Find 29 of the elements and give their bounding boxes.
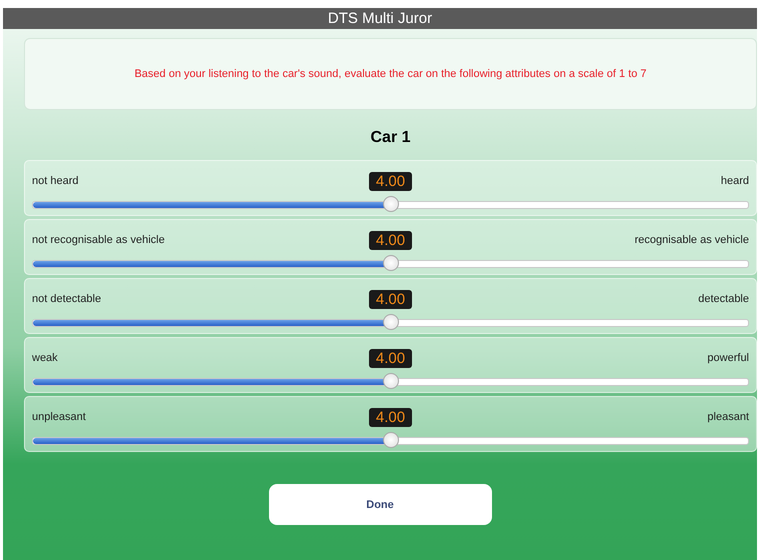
slider-thumb[interactable] <box>382 372 398 388</box>
slider[interactable] <box>32 374 749 390</box>
car-heading: Car 1 <box>370 129 411 147</box>
window-title: DTS Multi Juror <box>3 8 757 29</box>
slider[interactable] <box>32 256 749 272</box>
slider[interactable] <box>32 432 749 448</box>
slider-thumb[interactable] <box>382 432 398 448</box>
instruction-text: Based on your listening to the car's sound, evaluate the car on the following attributes on a scale of 1 to 7 <box>134 68 647 80</box>
slider[interactable] <box>32 314 749 330</box>
value-display: 4.00 <box>368 290 412 308</box>
value-display: 4.00 <box>368 348 412 368</box>
slider-thumb[interactable] <box>382 196 398 212</box>
value-display: 4.00 <box>368 408 412 426</box>
slider-thumb[interactable] <box>382 254 398 270</box>
low-label: not detectable <box>32 293 102 305</box>
low-label: not recognisable as vehicle <box>32 234 166 246</box>
slider-thumb[interactable] <box>382 314 398 330</box>
low-label: not heard <box>32 175 80 187</box>
low-label: weak <box>32 352 59 364</box>
high-label: pleasant <box>707 411 749 423</box>
high-label: heard <box>720 175 749 187</box>
value-display: 4.00 <box>368 172 412 190</box>
high-label: recognisable as vehicle <box>634 234 749 246</box>
high-label: powerful <box>707 352 749 364</box>
done-button[interactable]: Done <box>268 484 492 525</box>
slider[interactable] <box>32 196 749 212</box>
high-label: detectable <box>698 293 749 305</box>
low-label: unpleasant <box>32 411 87 423</box>
value-display: 4.00 <box>368 230 412 250</box>
